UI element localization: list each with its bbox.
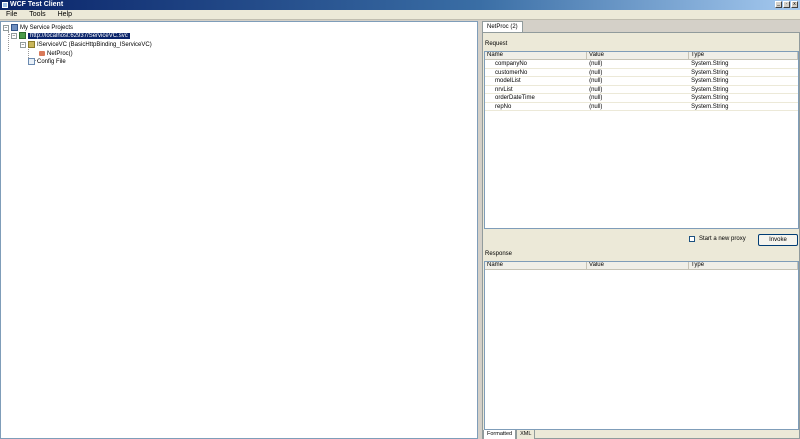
operation-icon bbox=[39, 51, 45, 56]
param-name: modelList bbox=[495, 78, 521, 84]
table-row[interactable]: modelList (null) System.String bbox=[485, 77, 798, 86]
param-type: System.String bbox=[691, 69, 729, 76]
tab-formatted[interactable]: Formatted bbox=[483, 430, 517, 439]
maximize-icon[interactable]: · bbox=[783, 1, 790, 8]
operation-panel: Request Name Value Type companyNo (null)… bbox=[482, 32, 800, 439]
column-header[interactable]: Name bbox=[485, 52, 588, 59]
table-row[interactable]: orderDateTime (null) System.String bbox=[485, 94, 798, 103]
tree-label: Config File bbox=[37, 58, 66, 65]
menu-file[interactable]: File bbox=[0, 10, 23, 19]
document-pane: NetProc (2) Request Name Value Type comp… bbox=[482, 21, 800, 439]
tree-item-endpoint[interactable]: − http://localhost:62937/ServiceVC.svc bbox=[11, 31, 130, 40]
menu-bar: File Tools Help bbox=[0, 10, 800, 20]
table-row[interactable]: nrvList (null) System.String bbox=[485, 86, 798, 94]
request-grid[interactable]: Name Value Type companyNo (null) System.… bbox=[484, 51, 799, 229]
tree-item-contract[interactable]: − IServiceVC (BasicHttpBinding_IServiceV… bbox=[20, 40, 152, 49]
title-bar: WCF Test Client _ · x bbox=[0, 0, 800, 10]
start-new-proxy-option[interactable]: Start a new proxy bbox=[689, 236, 746, 242]
contract-icon bbox=[28, 41, 35, 48]
table-row[interactable]: companyNo (null) System.String bbox=[485, 60, 798, 69]
grid-header: Name Value Type bbox=[485, 52, 798, 60]
column-header[interactable]: Type bbox=[689, 52, 798, 59]
column-header[interactable]: Type bbox=[689, 262, 798, 269]
param-value[interactable]: (null) bbox=[587, 77, 689, 85]
param-value[interactable]: (null) bbox=[587, 94, 689, 102]
param-name: nrvList bbox=[495, 86, 513, 93]
grid-header: Name Value Type bbox=[485, 262, 798, 270]
param-value[interactable]: (null) bbox=[587, 60, 689, 68]
param-name: companyNo bbox=[495, 61, 528, 67]
collapse-icon[interactable]: − bbox=[3, 24, 9, 31]
param-name: customerNo bbox=[495, 69, 528, 76]
param-type: System.String bbox=[691, 61, 729, 67]
app-icon bbox=[2, 2, 8, 8]
param-type: System.String bbox=[691, 103, 729, 110]
tree-label: NetProc() bbox=[47, 50, 73, 57]
config-file-icon bbox=[28, 58, 35, 65]
table-row[interactable]: repNo (null) System.String bbox=[485, 103, 798, 111]
param-value[interactable]: (null) bbox=[587, 69, 689, 77]
table-row[interactable]: customerNo (null) System.String bbox=[485, 69, 798, 77]
response-grid[interactable]: Name Value Type bbox=[484, 261, 799, 430]
param-value[interactable]: (null) bbox=[587, 86, 689, 94]
column-header[interactable]: Name bbox=[485, 262, 588, 269]
param-name: repNo bbox=[495, 103, 512, 110]
projects-icon bbox=[11, 24, 18, 31]
param-value[interactable]: (null) bbox=[587, 103, 689, 111]
menu-tools[interactable]: Tools bbox=[23, 10, 51, 19]
response-view-tabs: Formatted XML bbox=[483, 430, 536, 439]
param-type: System.String bbox=[691, 86, 729, 93]
tree-label: IServiceVC (BasicHttpBinding_IServiceVC) bbox=[37, 41, 152, 48]
tree-item-config[interactable]: Config File bbox=[28, 57, 66, 66]
request-label: Request bbox=[485, 41, 508, 47]
tab-xml[interactable]: XML bbox=[516, 430, 536, 439]
tab-netproc[interactable]: NetProc (2) bbox=[482, 21, 523, 32]
window-title: WCF Test Client bbox=[10, 1, 64, 8]
column-header[interactable]: Value bbox=[587, 262, 690, 269]
invoke-button[interactable]: Invoke bbox=[758, 234, 798, 246]
start-new-proxy-label: Start a new proxy bbox=[699, 236, 746, 242]
collapse-icon[interactable]: − bbox=[11, 32, 17, 39]
service-tree[interactable]: − My Service Projects − http://localhost… bbox=[0, 21, 478, 439]
response-label: Response bbox=[485, 251, 513, 257]
menu-help[interactable]: Help bbox=[52, 10, 78, 19]
param-type: System.String bbox=[691, 95, 729, 101]
tree-label: http://localhost:62937/ServiceVC.svc bbox=[28, 32, 130, 39]
start-new-proxy-checkbox[interactable] bbox=[689, 236, 695, 242]
column-header[interactable]: Value bbox=[587, 52, 690, 59]
close-icon[interactable]: x bbox=[791, 1, 798, 8]
param-type: System.String bbox=[691, 78, 729, 84]
window-controls: _ · x bbox=[775, 1, 798, 8]
minimize-icon[interactable]: _ bbox=[775, 1, 782, 8]
param-name: orderDateTime bbox=[495, 95, 535, 101]
tree-label: My Service Projects bbox=[20, 24, 74, 31]
collapse-icon[interactable]: − bbox=[20, 41, 26, 48]
endpoint-icon bbox=[19, 32, 26, 39]
